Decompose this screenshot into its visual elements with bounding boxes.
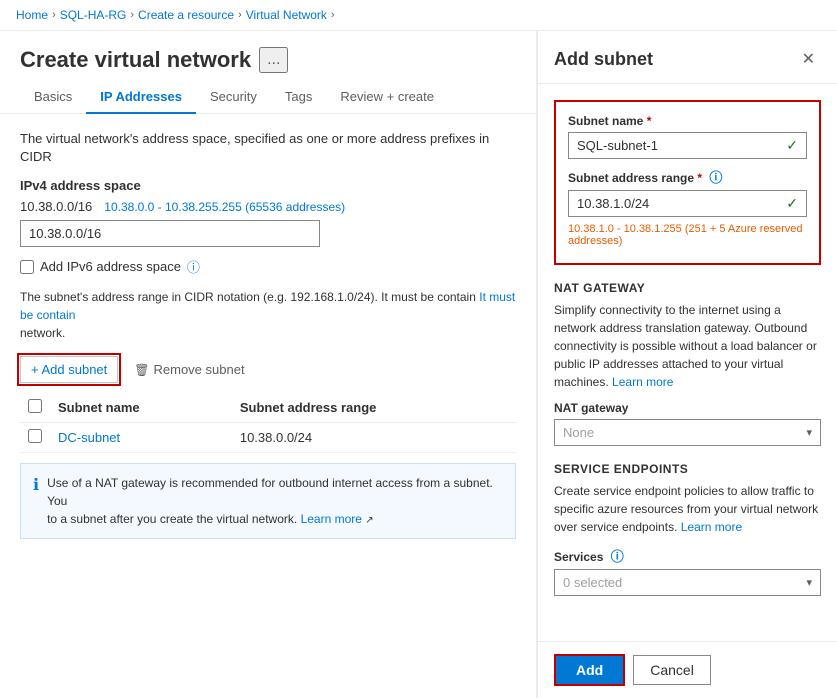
- section-description: The virtual network's address space, spe…: [20, 130, 516, 166]
- services-info-icon[interactable]: ⓘ: [611, 549, 624, 564]
- subnet-range-check-icon: ✓: [778, 195, 806, 212]
- tab-review-create[interactable]: Review + create: [326, 81, 448, 114]
- content-area: The virtual network's address space, spe…: [0, 114, 536, 555]
- breadcrumb-sep-2: ›: [130, 9, 134, 21]
- ipv6-label-text: Add IPv6 address space: [40, 259, 181, 274]
- tab-basics[interactable]: Basics: [20, 81, 86, 114]
- ipv4-range: 10.38.0.0 - 10.38.255.255 (65536 address…: [104, 200, 345, 214]
- panel-header: Add subnet ✕: [538, 31, 837, 84]
- ipv4-value: 10.38.0.0/16: [20, 199, 92, 214]
- subnet-name-link[interactable]: DC-subnet: [58, 430, 120, 445]
- services-chevron-icon: ▾: [806, 576, 812, 589]
- subnet-range-header: Subnet address range: [232, 393, 516, 423]
- ellipsis-button[interactable]: ...: [259, 47, 288, 73]
- tabs-row: Basics IP Addresses Security Tags Review…: [0, 81, 536, 114]
- nat-gateway-placeholder: None: [563, 425, 594, 440]
- left-panel: Create virtual network ... Basics IP Add…: [0, 31, 537, 698]
- nat-gateway-section-header: NAT GATEWAY: [554, 281, 821, 295]
- subnet-name-input[interactable]: [569, 133, 778, 158]
- tab-ip-addresses[interactable]: IP Addresses: [86, 81, 196, 114]
- nat-gateway-dropdown[interactable]: None ▾: [554, 419, 821, 446]
- chevron-down-icon: ▾: [806, 426, 812, 439]
- ipv6-checkbox-label[interactable]: Add IPv6 address space: [20, 259, 181, 274]
- table-row: DC-subnet 10.38.0.0/24: [20, 423, 516, 453]
- external-link-icon: ↗: [365, 515, 373, 526]
- cidr-note: The subnet's address range in CIDR notat…: [20, 288, 516, 342]
- remove-icon: 🗑: [134, 363, 149, 377]
- add-subnet-button[interactable]: + Add subnet: [20, 356, 118, 383]
- subnet-name-input-wrapper: ✓: [568, 132, 807, 159]
- ipv6-info-icon[interactable]: ⓘ: [187, 257, 200, 276]
- services-placeholder: 0 selected: [563, 575, 622, 590]
- address-note: 10.38.1.0 - 10.38.1.255 (251 + 5 Azure r…: [568, 223, 807, 247]
- nat-gateway-description: Simplify connectivity to the internet us…: [554, 301, 821, 391]
- panel-body: Subnet name * ✓ Subnet address range * ⓘ…: [538, 84, 837, 641]
- subnet-range-value: 10.38.0.0/24: [232, 423, 516, 453]
- service-endpoints-description: Create service endpoint policies to allo…: [554, 482, 821, 536]
- close-button[interactable]: ✕: [796, 47, 821, 71]
- subnet-name-header: Subnet name: [50, 393, 232, 423]
- select-all-checkbox[interactable]: [28, 399, 42, 413]
- subnet-actions: + Add subnet 🗑 Remove subnet: [20, 356, 516, 383]
- subnet-range-input-wrapper: ✓: [568, 190, 807, 217]
- ipv4-input[interactable]: [20, 220, 320, 247]
- panel-footer: Add Cancel: [538, 641, 837, 698]
- info-box-text: Use of a NAT gateway is recommended for …: [47, 474, 503, 528]
- service-endpoints-section-header: SERVICE ENDPOINTS: [554, 462, 821, 476]
- breadcrumb-sep-3: ›: [238, 9, 242, 21]
- subnet-table-checkbox-col: [20, 393, 50, 423]
- nat-gateway-learn-more[interactable]: Learn more: [612, 375, 673, 389]
- subnet-name-check-icon: ✓: [778, 137, 806, 154]
- breadcrumb-sep-4: ›: [331, 9, 335, 21]
- ipv6-checkbox[interactable]: [20, 260, 34, 274]
- service-endpoints-learn-more[interactable]: Learn more: [681, 520, 742, 534]
- breadcrumb: Home › SQL-HA-RG › Create a resource › V…: [0, 0, 837, 31]
- subnet-table: Subnet name Subnet address range DC-subn…: [20, 393, 516, 453]
- breadcrumb-sep-1: ›: [52, 9, 56, 21]
- nat-gateway-field-label: NAT gateway: [554, 401, 821, 415]
- add-subnet-panel: Add subnet ✕ Subnet name * ✓ Subnet addr…: [537, 31, 837, 698]
- breadcrumb-sql-ha-rg[interactable]: SQL-HA-RG: [60, 8, 127, 22]
- subnet-range-input[interactable]: [569, 191, 778, 216]
- subnet-range-info-icon[interactable]: ⓘ: [709, 170, 722, 185]
- info-box: ℹ Use of a NAT gateway is recommended fo…: [20, 463, 516, 539]
- services-dropdown[interactable]: 0 selected ▾: [554, 569, 821, 596]
- tab-tags[interactable]: Tags: [271, 81, 326, 114]
- services-field-label: Services ⓘ: [554, 546, 821, 565]
- breadcrumb-virtual-network[interactable]: Virtual Network: [246, 8, 327, 22]
- tab-security[interactable]: Security: [196, 81, 271, 114]
- cancel-button[interactable]: Cancel: [633, 655, 711, 685]
- remove-subnet-label: Remove subnet: [154, 362, 245, 377]
- subnet-name-label: Subnet name *: [568, 114, 807, 128]
- ipv4-label: IPv4 address space: [20, 178, 516, 193]
- row-checkbox[interactable]: [28, 429, 42, 443]
- remove-subnet-button[interactable]: 🗑 Remove subnet: [126, 357, 252, 382]
- highlight-box: Subnet name * ✓ Subnet address range * ⓘ…: [554, 100, 821, 265]
- breadcrumb-home[interactable]: Home: [16, 8, 48, 22]
- info-box-learn-more[interactable]: Learn more: [301, 512, 362, 526]
- subnet-name-required: *: [647, 114, 652, 128]
- info-box-icon: ℹ: [33, 475, 39, 495]
- panel-title: Add subnet: [554, 49, 653, 70]
- subnet-range-required: *: [697, 171, 702, 185]
- breadcrumb-create-resource[interactable]: Create a resource: [138, 8, 234, 22]
- add-button[interactable]: Add: [554, 654, 625, 686]
- page-title: Create virtual network: [20, 47, 251, 73]
- subnet-address-range-label: Subnet address range * ⓘ: [568, 167, 807, 186]
